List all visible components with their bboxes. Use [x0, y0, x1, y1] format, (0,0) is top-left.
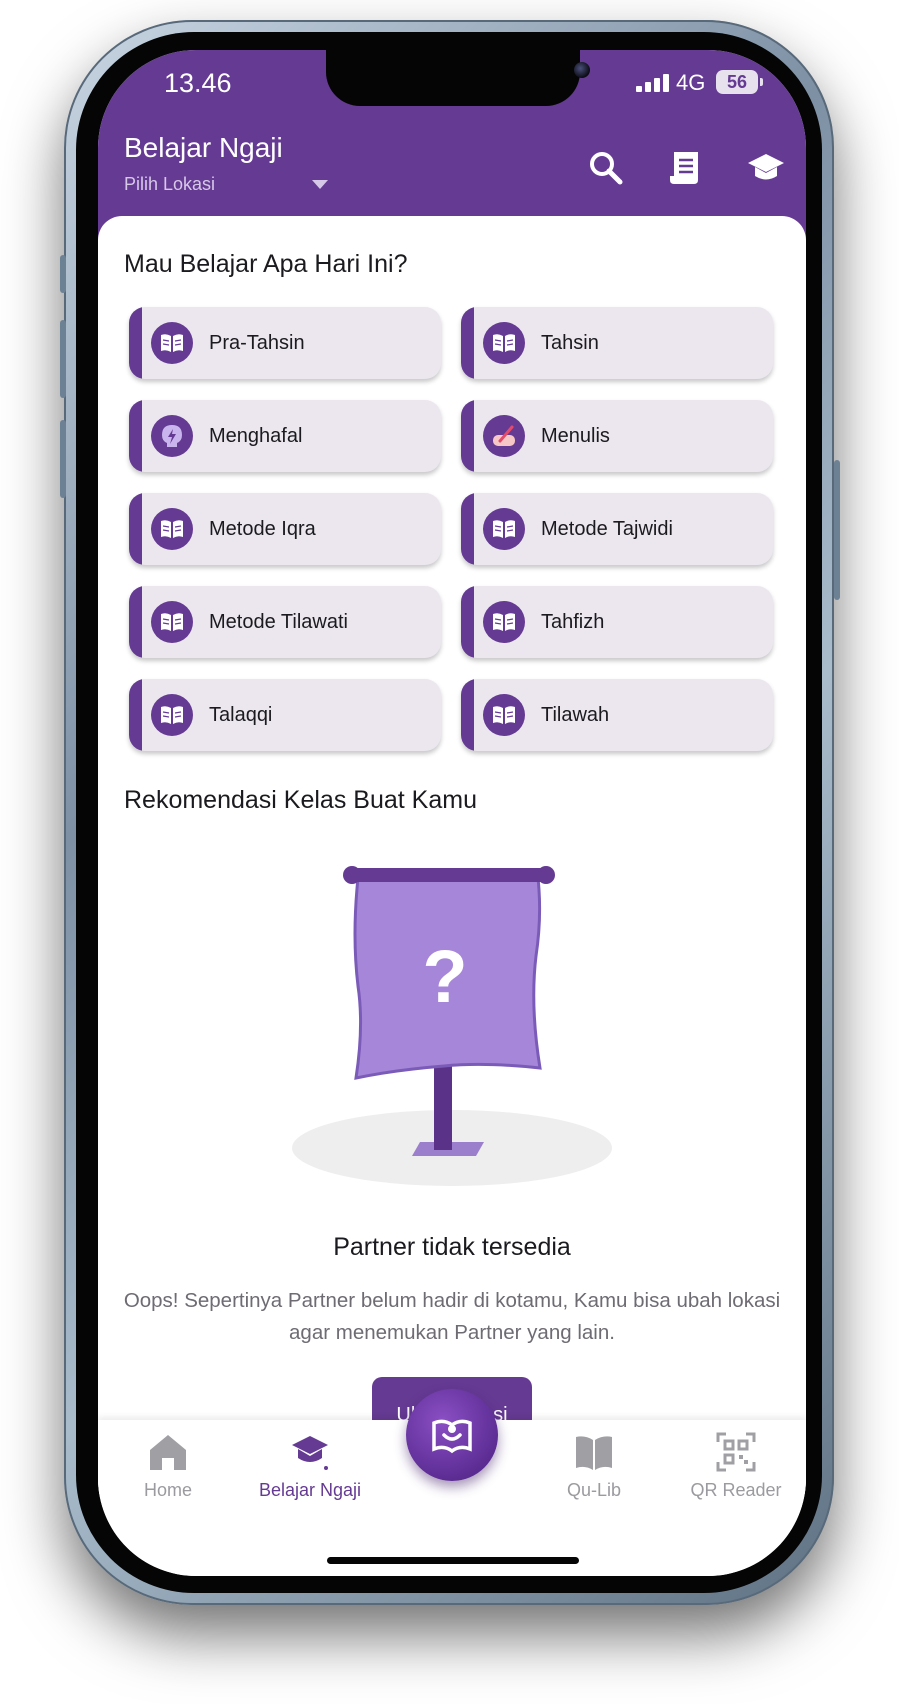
category-card-talaqqi[interactable]: Talaqqi: [129, 679, 441, 751]
book-icon: [151, 694, 193, 736]
card-accent-stripe: [129, 400, 142, 472]
signal-icon: [636, 74, 670, 92]
notch: [326, 50, 590, 106]
card-accent-stripe: [461, 586, 474, 658]
qr-code-icon: [716, 1432, 756, 1472]
category-card-metode-tajwidi[interactable]: Metode Tajwidi: [461, 493, 773, 565]
card-accent-stripe: [461, 493, 474, 565]
graduation-cap-icon: [292, 1436, 328, 1470]
nav-home[interactable]: Home: [98, 1420, 238, 1510]
category-label: Metode Iqra: [209, 518, 316, 540]
status-time: 13.46: [164, 68, 232, 98]
graduation-cap-icon[interactable]: [746, 148, 786, 188]
illustration-question-mark: ?: [422, 935, 467, 1018]
book-icon: [483, 508, 525, 550]
front-camera: [574, 62, 590, 78]
brain-icon: [151, 415, 193, 457]
nav-qr-reader-label: QR Reader: [690, 1480, 782, 1500]
category-label: Talaqqi: [209, 704, 273, 726]
book-icon: [151, 508, 193, 550]
category-label: Metode Tajwidi: [541, 518, 673, 540]
book-icon: [151, 322, 193, 364]
category-card-tahsin[interactable]: Tahsin: [461, 307, 773, 379]
phone-screen: 13.46 4G 56 Belajar Ngaji Pilih Lokasi M…: [98, 50, 806, 1576]
category-label: Tahsin: [541, 332, 599, 354]
writing-hand-icon: [483, 415, 525, 457]
category-card-pra-tahsin[interactable]: Pra-Tahsin: [129, 307, 441, 379]
card-accent-stripe: [461, 679, 474, 751]
category-card-metode-tilawati[interactable]: Metode Tilawati: [129, 586, 441, 658]
home-indicator: [327, 1557, 579, 1564]
illustration-pole: [434, 1062, 452, 1150]
category-card-menulis[interactable]: Menulis: [461, 400, 773, 472]
nav-belajar-ngaji-label: Belajar Ngaji: [258, 1480, 362, 1500]
section-title-learn: Mau Belajar Apa Hari Ini?: [124, 250, 408, 278]
battery-tip: [760, 78, 763, 86]
card-accent-stripe: [129, 307, 142, 379]
nav-home-label: Home: [143, 1480, 192, 1500]
side-button-power: [834, 460, 840, 600]
nav-qr-reader[interactable]: QR Reader: [666, 1420, 806, 1510]
category-card-tahfizh[interactable]: Tahfizh: [461, 586, 773, 658]
side-button-volume-up: [60, 320, 66, 398]
card-accent-stripe: [129, 586, 142, 658]
book-icon: [483, 322, 525, 364]
category-label: Menghafal: [209, 425, 303, 447]
category-label: Pra-Tahsin: [209, 332, 305, 354]
book-icon: [483, 601, 525, 643]
category-label: Tahfizh: [541, 611, 605, 633]
book-icon: [483, 694, 525, 736]
card-accent-stripe: [461, 400, 474, 472]
location-selector[interactable]: Pilih Lokasi: [124, 174, 215, 195]
empty-state-illustration: ?: [292, 866, 612, 1186]
category-card-metode-iqra[interactable]: Metode Iqra: [129, 493, 441, 565]
page-title: Belajar Ngaji: [124, 132, 283, 163]
side-button-silent: [60, 255, 66, 293]
network-type: 4G: [676, 70, 706, 95]
card-accent-stripe: [129, 493, 142, 565]
card-accent-stripe: [129, 679, 142, 751]
center-fab-button[interactable]: [406, 1389, 498, 1481]
nav-qu-lib[interactable]: Qu-Lib: [524, 1420, 664, 1510]
receipt-icon[interactable]: [666, 148, 706, 188]
home-icon: [150, 1435, 186, 1470]
category-label: Metode Tilawati: [209, 611, 348, 633]
card-accent-stripe: [461, 307, 474, 379]
chevron-down-icon[interactable]: [312, 180, 328, 189]
battery-icon: 56: [716, 70, 758, 94]
nav-belajar-ngaji[interactable]: Belajar Ngaji: [240, 1420, 380, 1510]
section-title-recommend: Rekomendasi Kelas Buat Kamu: [124, 786, 477, 814]
illustration-rod: [350, 868, 548, 882]
category-card-tilawah[interactable]: Tilawah: [461, 679, 773, 751]
side-button-volume-down: [60, 420, 66, 498]
nav-qu-lib-label: Qu-Lib: [566, 1480, 622, 1500]
quran-reader-icon: [432, 1419, 472, 1454]
open-book-icon: [576, 1436, 612, 1470]
category-label: Menulis: [541, 425, 610, 447]
empty-state-title: Partner tidak tersedia: [333, 1233, 571, 1261]
category-card-menghafal[interactable]: Menghafal: [129, 400, 441, 472]
book-icon: [151, 601, 193, 643]
empty-state-description: Oops! Sepertinya Partner belum hadir di …: [123, 1289, 781, 1344]
search-icon[interactable]: [586, 148, 626, 188]
category-label: Tilawah: [541, 704, 610, 726]
